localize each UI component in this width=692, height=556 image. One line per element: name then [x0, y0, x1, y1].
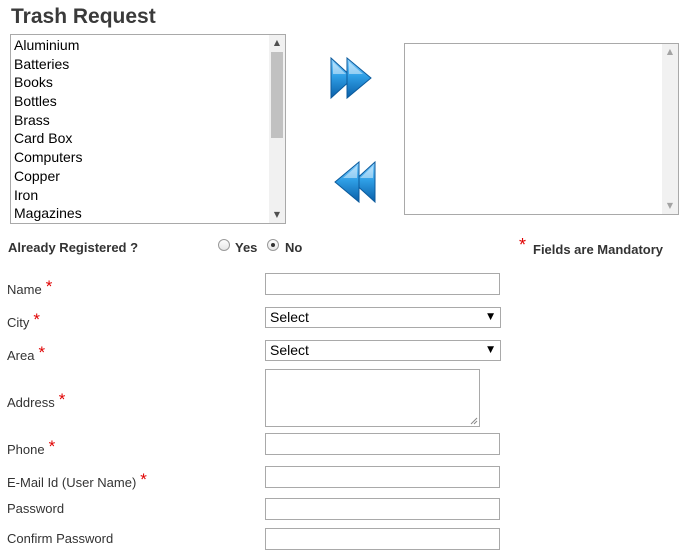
- list-item[interactable]: Computers: [13, 148, 268, 167]
- required-star: *: [38, 343, 46, 362]
- address-textarea[interactable]: [265, 369, 480, 427]
- phone-label: Phone *: [7, 437, 55, 457]
- available-items: Aluminium Batteries Books Bottles Brass Card …: [13, 36, 268, 223]
- required-star: *: [33, 310, 41, 329]
- list-item[interactable]: Brass: [13, 111, 268, 130]
- list-item[interactable]: Copper: [13, 167, 268, 186]
- available-items-listbox[interactable]: Aluminium Batteries Books Bottles Brass Card …: [10, 34, 286, 224]
- selected-items-scrollbar[interactable]: ▲ ▼: [662, 44, 678, 214]
- area-label-text: Area: [7, 348, 35, 363]
- confirm-password-input[interactable]: [265, 528, 500, 550]
- chevron-down-icon: ▼: [487, 345, 494, 355]
- scroll-up-icon[interactable]: ▲: [269, 35, 285, 51]
- registered-yes-label[interactable]: Yes: [235, 240, 257, 255]
- city-label: City *: [7, 310, 40, 330]
- mandatory-note: Fields are Mandatory: [533, 242, 664, 257]
- move-left-button[interactable]: [330, 158, 380, 206]
- already-registered-label: Already Registered ?: [8, 240, 139, 255]
- registered-yes-radio[interactable]: [218, 239, 230, 251]
- list-item[interactable]: Books: [13, 73, 268, 92]
- list-item[interactable]: Magazines: [13, 204, 268, 223]
- registered-no-label[interactable]: No: [285, 240, 302, 255]
- address-label-text: Address: [7, 395, 55, 410]
- address-label: Address *: [7, 390, 65, 410]
- password-label: Password: [7, 501, 65, 516]
- scroll-thumb[interactable]: [271, 52, 283, 138]
- resize-grip-icon[interactable]: [470, 417, 478, 425]
- phone-input[interactable]: [265, 433, 500, 455]
- password-input[interactable]: [265, 498, 500, 520]
- double-arrow-right-icon: [330, 56, 372, 100]
- required-star: *: [58, 390, 66, 409]
- area-label: Area *: [7, 343, 45, 363]
- move-right-button[interactable]: [326, 54, 376, 102]
- required-star: *: [48, 437, 56, 456]
- email-label-text: E-Mail Id (User Name): [7, 475, 137, 490]
- name-label-text: Name: [7, 282, 42, 297]
- area-select[interactable]: Select ▼: [265, 340, 501, 361]
- scroll-down-icon[interactable]: ▼: [662, 198, 678, 214]
- name-label: Name *: [7, 277, 52, 297]
- list-item[interactable]: Bottles: [13, 92, 268, 111]
- city-select-value: Select: [270, 309, 309, 325]
- list-item[interactable]: Aluminium: [13, 36, 268, 55]
- name-input[interactable]: [265, 273, 500, 295]
- city-select[interactable]: Select ▼: [265, 307, 501, 328]
- available-items-scrollbar[interactable]: ▲ ▼: [269, 35, 285, 223]
- list-item[interactable]: Card Box: [13, 129, 268, 148]
- required-star: *: [140, 470, 147, 489]
- chevron-down-icon: ▼: [487, 312, 494, 322]
- scroll-up-icon[interactable]: ▲: [662, 44, 678, 60]
- scroll-down-icon[interactable]: ▼: [269, 207, 285, 223]
- required-star: *: [45, 277, 53, 296]
- page-title: Trash Request: [11, 5, 156, 28]
- confirm-password-label: Confirm Password: [7, 531, 114, 546]
- selected-items-listbox[interactable]: ▲ ▼: [404, 43, 679, 215]
- double-arrow-left-icon: [334, 160, 376, 204]
- area-select-value: Select: [270, 342, 309, 358]
- phone-label-text: Phone: [7, 442, 45, 457]
- city-label-text: City: [7, 315, 30, 330]
- email-input[interactable]: [265, 466, 500, 488]
- mandatory-star: *: [519, 235, 527, 255]
- list-item[interactable]: Batteries: [13, 55, 268, 74]
- email-label: E-Mail Id (User Name) *: [7, 470, 147, 490]
- list-item[interactable]: Iron: [13, 186, 268, 205]
- registered-no-radio[interactable]: [267, 239, 279, 251]
